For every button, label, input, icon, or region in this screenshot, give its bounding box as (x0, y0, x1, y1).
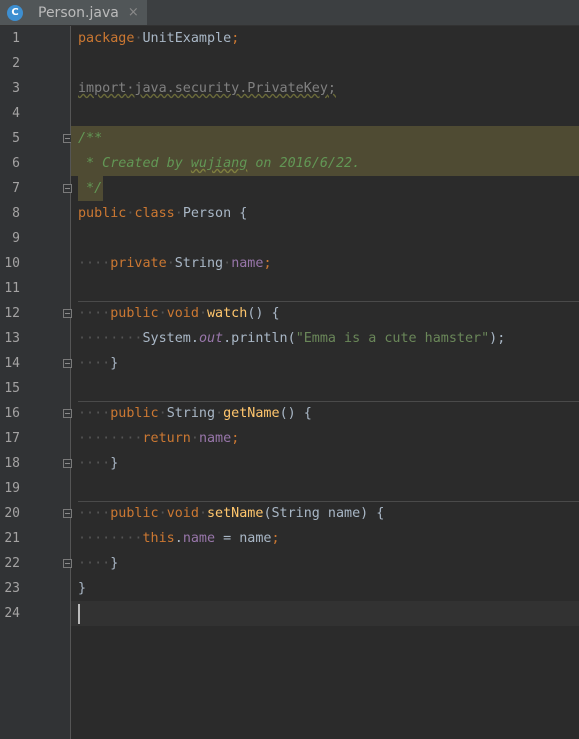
code-line-22[interactable]: ····} (78, 551, 118, 576)
line-number: 17 (4, 431, 20, 446)
code-line-16[interactable]: ····public·String·getName() { (78, 401, 312, 426)
line-number: 9 (12, 231, 20, 246)
current-line-highlight (71, 601, 579, 626)
line-number: 3 (12, 81, 20, 96)
line-number: 6 (12, 156, 20, 171)
keyword: package (78, 31, 135, 46)
tab-title: Person.java (38, 4, 119, 21)
line-number: 24 (4, 606, 20, 621)
code-line-5[interactable]: /** (78, 126, 102, 151)
code-line-13[interactable]: ········System.out.println("Emma is a cu… (78, 326, 505, 351)
code-line-14[interactable]: ····} (78, 351, 118, 376)
line-number: 7 (12, 181, 20, 196)
semicolon: ; (231, 31, 240, 46)
java-class-icon: C (7, 4, 23, 21)
line-number: 22 (4, 556, 20, 571)
code-line-18[interactable]: ····} (78, 451, 118, 476)
line-number: 12 (4, 306, 20, 321)
unused-import: import·java.security.PrivateKey; (78, 81, 336, 96)
code-line-12[interactable]: ····public·void·watch() { (78, 301, 280, 326)
typo-word: wujiang (190, 156, 248, 171)
code-line-6[interactable]: * Created by wujiang on 2016/6/22. (78, 151, 360, 176)
code-line-20[interactable]: ····public·void·setName(String name) { (78, 501, 384, 526)
tab-person-java[interactable]: C Person.java × (0, 0, 147, 25)
close-icon[interactable]: × (128, 5, 139, 20)
line-number: 20 (4, 506, 20, 521)
line-number: 18 (4, 456, 20, 471)
line-number: 19 (4, 481, 20, 496)
line-number: 2 (12, 56, 20, 71)
line-number: 21 (4, 531, 20, 546)
package-name: UnitExample (142, 31, 232, 46)
line-number: 4 (12, 106, 20, 121)
code-line-17[interactable]: ········return·name; (78, 426, 239, 451)
line-number: 8 (12, 206, 20, 221)
code-line-8[interactable]: public·class·Person { (78, 201, 247, 226)
line-number: 15 (4, 381, 20, 396)
line-number: 16 (4, 406, 20, 421)
line-number: 13 (4, 331, 20, 346)
code-line-7[interactable]: */ (78, 176, 102, 201)
line-number: 23 (4, 581, 20, 596)
line-number: 11 (4, 281, 20, 296)
code-line-21[interactable]: ········this.name = name; (78, 526, 280, 551)
code-line-23[interactable]: } (78, 576, 86, 601)
line-number-gutter: 1 2 3 4 5 6 7 8 9 10 11 12 13 14 15 16 1… (0, 26, 72, 739)
line-number: 1 (12, 31, 20, 46)
code-line-10[interactable]: ····private·String·name; (78, 251, 272, 276)
code-editor[interactable]: package·UnitExample; import·java.securit… (71, 26, 579, 739)
line-number: 10 (4, 256, 20, 271)
code-line-3[interactable]: import·java.security.PrivateKey; (78, 76, 336, 101)
code-line-1[interactable]: package·UnitExample; (78, 26, 239, 51)
line-number: 14 (4, 356, 20, 371)
text-caret (78, 604, 80, 624)
line-number: 5 (12, 131, 20, 146)
editor-tab-bar: C Person.java × (0, 0, 579, 26)
